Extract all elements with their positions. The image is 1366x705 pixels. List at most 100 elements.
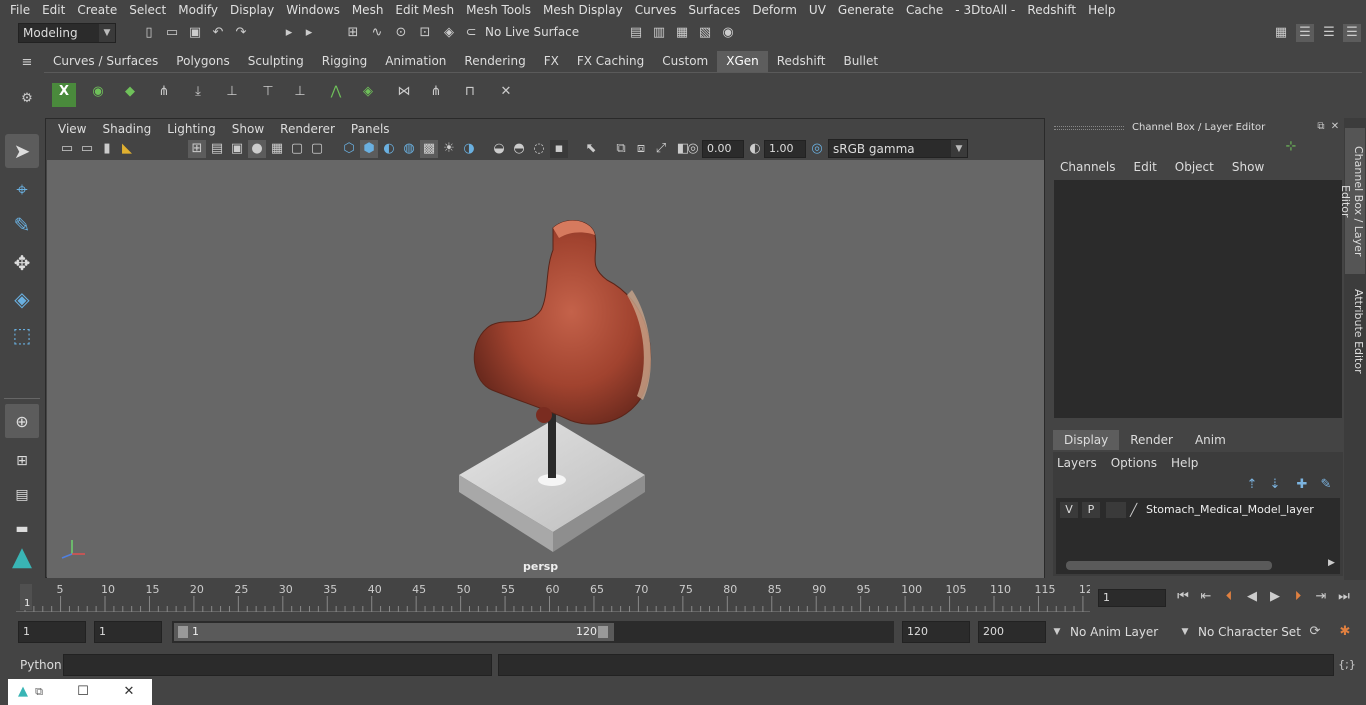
layer-type-toggle[interactable] bbox=[1106, 502, 1126, 518]
script-language-label[interactable]: Python bbox=[20, 658, 62, 672]
move-tool-icon[interactable]: ✥ bbox=[5, 246, 39, 280]
viewport-menu-shading[interactable]: Shading bbox=[94, 122, 159, 136]
range-end-handle[interactable] bbox=[598, 626, 608, 638]
menu-create[interactable]: Create bbox=[71, 3, 123, 17]
anim-layer-dropdown[interactable]: No Anim Layer bbox=[1070, 625, 1158, 639]
xgen-editor-icon[interactable]: X bbox=[52, 83, 76, 107]
close-panel-icon[interactable]: ✕ bbox=[1326, 118, 1344, 136]
step-back-key-icon[interactable]: ⇤ bbox=[1197, 588, 1215, 606]
minimized-window[interactable]: ▲ ⧉ ☐ ✕ bbox=[8, 679, 152, 705]
step-back-frame-icon[interactable]: ⏴ bbox=[1220, 588, 1238, 606]
menu-3dtoall[interactable]: - 3DtoAll - bbox=[949, 3, 1021, 17]
snap-grid-icon[interactable]: ⊞ bbox=[344, 24, 362, 42]
play-backward-icon[interactable]: ◀ bbox=[1243, 588, 1261, 606]
viewport-menu-lighting[interactable]: Lighting bbox=[159, 122, 224, 136]
auto-key-icon[interactable]: ⟳ bbox=[1306, 623, 1324, 641]
shelf-tab-polygons[interactable]: Polygons bbox=[167, 51, 239, 72]
shelf-tab-custom[interactable]: Custom bbox=[653, 51, 718, 72]
xgen-cut-icon[interactable]: ⋔ bbox=[424, 83, 448, 107]
shelf-tab-xgen[interactable]: XGen bbox=[717, 51, 768, 72]
exposure-icon[interactable]: ◎ bbox=[684, 140, 702, 158]
xgen-interactive-groom-icon[interactable]: ⊓ bbox=[458, 83, 482, 107]
menu-surfaces[interactable]: Surfaces bbox=[682, 3, 746, 17]
gate-mask-icon[interactable]: ● bbox=[248, 140, 266, 158]
menu-mesh-tools[interactable]: Mesh Tools bbox=[460, 3, 537, 17]
go-to-end-icon[interactable]: ⏭ bbox=[1335, 588, 1353, 606]
playback-start-field[interactable]: 1 bbox=[94, 621, 162, 643]
frame-selection-icon[interactable]: ⬉ bbox=[582, 140, 600, 158]
xray-icon[interactable]: ◒ bbox=[490, 140, 508, 158]
select-hierarchy-icon[interactable]: ▸ bbox=[280, 24, 298, 42]
close-window-icon[interactable]: ✕ bbox=[120, 683, 138, 701]
shelf-tab-animation[interactable]: Animation bbox=[376, 51, 456, 72]
time-ruler[interactable]: 5 10 15 20 25 30 35 40 45 50 55 60 65 70 75 80 85 90 95 100… bbox=[16, 582, 1093, 612]
xray-components-icon[interactable]: ◌ bbox=[530, 140, 548, 158]
use-all-lights-icon[interactable]: ▩ bbox=[420, 140, 438, 158]
move-layer-up-icon[interactable]: ⇡ bbox=[1243, 476, 1261, 494]
anti-alias-icon[interactable]: ⤢ bbox=[652, 140, 670, 158]
layer-scrollbar[interactable] bbox=[1066, 561, 1272, 570]
menu-curves[interactable]: Curves bbox=[629, 3, 683, 17]
gamma-icon[interactable]: ◐ bbox=[746, 140, 764, 158]
layer-playback-toggle[interactable]: P bbox=[1082, 502, 1100, 518]
snap-point-icon[interactable]: ⊙ bbox=[392, 24, 410, 42]
channel-menu-channels[interactable]: Channels bbox=[1054, 160, 1128, 174]
xgen-clump-icon[interactable]: ⋈ bbox=[392, 83, 416, 107]
xgen-comb-icon[interactable]: ⋀ bbox=[324, 83, 348, 107]
workspace-icon[interactable]: ▦ bbox=[1272, 24, 1290, 42]
menu-select[interactable]: Select bbox=[123, 3, 172, 17]
channelbox-toggle-icon[interactable]: ☰ bbox=[1343, 24, 1361, 42]
range-start-handle[interactable] bbox=[178, 626, 188, 638]
anim-layer-chevron-icon[interactable]: ▼ bbox=[1048, 623, 1066, 641]
character-set-chevron-icon[interactable]: ▼ bbox=[1176, 623, 1194, 641]
shelf-tab-redshift[interactable]: Redshift bbox=[767, 51, 835, 72]
shelf-tab-fx[interactable]: FX bbox=[534, 51, 568, 72]
channel-menu-object[interactable]: Object bbox=[1169, 160, 1226, 174]
wireframe-icon[interactable]: ⬡ bbox=[340, 140, 358, 158]
animation-start-field[interactable]: 1 bbox=[18, 621, 86, 643]
redo-icon[interactable]: ↷ bbox=[232, 24, 250, 42]
save-scene-icon[interactable]: ▣ bbox=[186, 24, 204, 42]
xgen-guides-icon[interactable]: ⋔ bbox=[152, 83, 176, 107]
smooth-shade-icon[interactable]: ⬢ bbox=[360, 140, 378, 158]
shelf-menu-icon[interactable]: ≡ bbox=[18, 54, 36, 72]
bookmark-icon[interactable]: ▮ bbox=[98, 140, 116, 158]
xgen-sculpt-guide-icon[interactable]: ⊤ bbox=[256, 83, 280, 107]
menu-generate[interactable]: Generate bbox=[832, 3, 900, 17]
menu-mesh-display[interactable]: Mesh Display bbox=[537, 3, 629, 17]
layer-tab-render[interactable]: Render bbox=[1119, 430, 1184, 450]
side-tab-attribute-editor[interactable]: Attribute Editor bbox=[1345, 284, 1365, 378]
select-object-icon[interactable]: ▸ bbox=[300, 24, 318, 42]
current-frame-field[interactable]: 1 bbox=[1098, 589, 1166, 607]
outliner-toggle-icon[interactable]: ☰ bbox=[1320, 24, 1338, 42]
outliner-view-icon[interactable]: ▤ bbox=[5, 478, 39, 512]
ipr-render-icon[interactable]: ▦ bbox=[673, 24, 691, 42]
render-settings-icon[interactable]: ▧ bbox=[696, 24, 714, 42]
shelf-tab-fx-caching[interactable]: FX Caching bbox=[567, 51, 654, 72]
mode-dropdown[interactable]: Modeling ▼ bbox=[18, 23, 116, 43]
channel-menu-show[interactable]: Show bbox=[1226, 160, 1276, 174]
exposure-field[interactable]: 0.00 bbox=[702, 140, 744, 158]
xgen-place-guide-icon[interactable]: ⊥ bbox=[220, 83, 244, 107]
grid-toggle-icon[interactable]: ⊞ bbox=[188, 140, 206, 158]
shelf-tab-bullet[interactable]: Bullet bbox=[834, 51, 888, 72]
rotate-tool-icon[interactable]: ◈ bbox=[5, 282, 39, 316]
layer-menu-layers[interactable]: Layers bbox=[1057, 456, 1105, 470]
safe-action-icon[interactable]: ▢ bbox=[288, 140, 306, 158]
restore-window-icon[interactable]: ⧉ bbox=[30, 683, 48, 701]
shelf-tab-rendering[interactable]: Rendering bbox=[455, 51, 535, 72]
shelf-tab-sculpting[interactable]: Sculpting bbox=[238, 51, 313, 72]
anim-prefs-icon[interactable]: ✱ bbox=[1336, 623, 1354, 641]
side-tab-channel-box[interactable]: Channel Box / Layer Editor bbox=[1339, 128, 1365, 274]
viewport-menu-panels[interactable]: Panels bbox=[343, 122, 398, 136]
camera-attributes-icon[interactable]: ▭ bbox=[78, 140, 96, 158]
layer-color-swatch[interactable]: ╱ bbox=[1130, 502, 1144, 518]
new-scene-icon[interactable]: ▯ bbox=[140, 24, 158, 42]
snap-view-icon[interactable]: ⊡ bbox=[416, 24, 434, 42]
shelf-tab-rigging[interactable]: Rigging bbox=[312, 51, 377, 72]
viewport-menu-renderer[interactable]: Renderer bbox=[272, 122, 343, 136]
new-layer-selected-icon[interactable]: ✎ bbox=[1317, 476, 1335, 494]
layer-visibility-toggle[interactable]: V bbox=[1060, 502, 1078, 518]
camera-select-icon[interactable]: ▭ bbox=[58, 140, 76, 158]
channel-box-list[interactable] bbox=[1054, 180, 1342, 418]
